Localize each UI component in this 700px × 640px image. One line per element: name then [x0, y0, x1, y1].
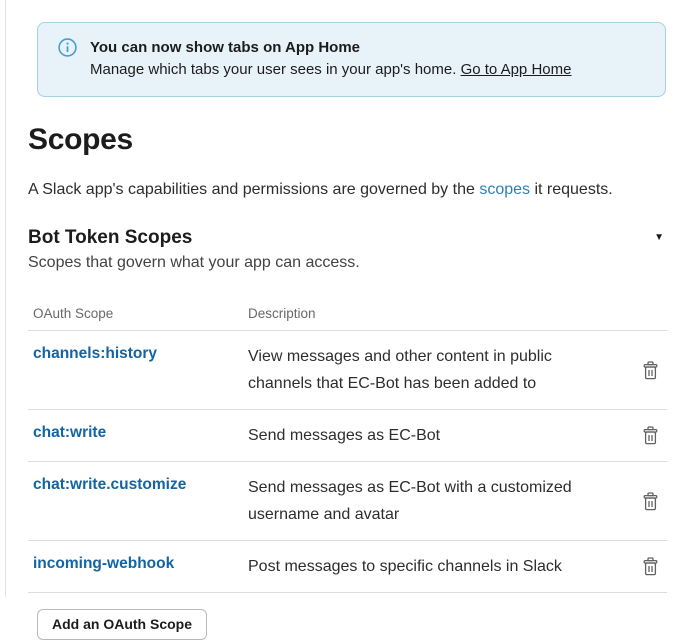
table-row: chat:write Send messages as EC-Bot [28, 410, 667, 462]
scope-description: Send messages as EC-Bot [248, 422, 620, 449]
go-to-app-home-link[interactable]: Go to App Home [461, 61, 572, 78]
scope-description: View messages and other content in publi… [248, 343, 620, 397]
bot-token-scopes-header: Bot Token Scopes ▼ [28, 227, 668, 249]
scope-link-chat-write[interactable]: chat:write [33, 424, 106, 441]
banner-title: You can now show tabs on App Home [90, 37, 571, 59]
info-circle-icon [58, 38, 77, 62]
delete-scope-button[interactable] [640, 359, 661, 382]
banner-body: Manage which tabs your user sees in your… [90, 59, 571, 81]
add-oauth-scope-button[interactable]: Add an OAuth Scope [37, 609, 207, 640]
trash-icon [642, 492, 659, 511]
page-left-divider [5, 0, 6, 597]
delete-scope-button[interactable] [640, 424, 661, 447]
scope-link-channels-history[interactable]: channels:history [33, 345, 157, 362]
scope-link-chat-write-customize[interactable]: chat:write.customize [33, 476, 186, 493]
caret-down-icon[interactable]: ▼ [650, 231, 668, 245]
section-title: Bot Token Scopes [28, 227, 192, 249]
oauth-scope-table: OAuth Scope Description channels:history… [28, 300, 667, 593]
table-row: chat:write.customize Send messages as EC… [28, 462, 667, 541]
intro-suffix: it requests. [530, 181, 613, 198]
scopes-doc-link[interactable]: scopes [479, 181, 530, 198]
scope-description: Post messages to specific channels in Sl… [248, 553, 620, 580]
header-oauth-scope: OAuth Scope [33, 306, 248, 321]
section-subtitle: Scopes that govern what your app can acc… [28, 254, 668, 272]
trash-icon [642, 557, 659, 576]
scope-link-incoming-webhook[interactable]: incoming-webhook [33, 555, 174, 572]
intro-prefix: A Slack app's capabilities and permissio… [28, 181, 479, 198]
scopes-page: You can now show tabs on App Home Manage… [28, 0, 668, 640]
delete-scope-button[interactable] [640, 490, 661, 513]
scopes-intro: A Slack app's capabilities and permissio… [28, 179, 668, 201]
page-title: Scopes [28, 123, 668, 157]
scope-description: Send messages as EC-Bot with a customize… [248, 474, 620, 528]
table-row: incoming-webhook Post messages to specif… [28, 541, 667, 593]
table-header-row: OAuth Scope Description [28, 300, 667, 331]
header-description: Description [248, 306, 620, 321]
trash-icon [642, 426, 659, 445]
banner-body-text: Manage which tabs your user sees in your… [90, 61, 461, 78]
table-row: channels:history View messages and other… [28, 331, 667, 410]
trash-icon [642, 361, 659, 380]
delete-scope-button[interactable] [640, 555, 661, 578]
app-home-info-banner: You can now show tabs on App Home Manage… [37, 22, 666, 97]
